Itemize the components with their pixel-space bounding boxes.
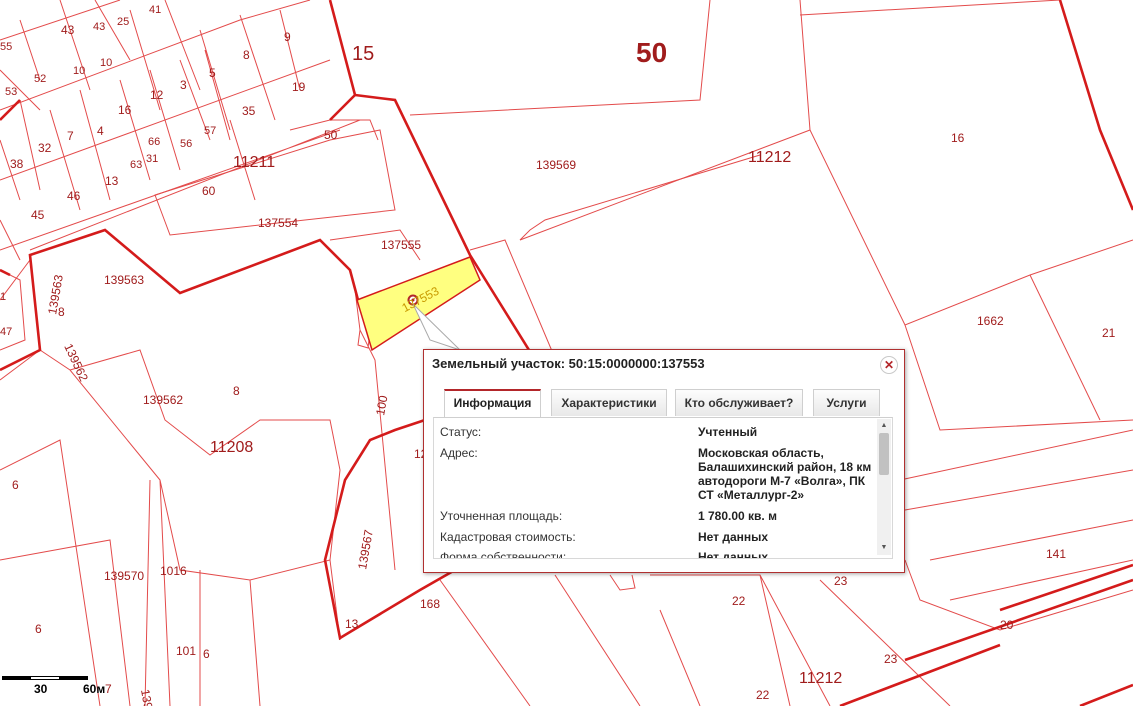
parcel-label: 137555 <box>381 238 421 252</box>
parcel-label: 6 <box>12 478 19 492</box>
scale-bar: 30 60м 7 <box>0 670 115 698</box>
quarter-label: 11212 <box>748 149 791 166</box>
tab-services[interactable]: Услуги <box>813 389 880 416</box>
parcel-label: 35 <box>242 104 256 118</box>
parcel-label: 21 <box>1102 326 1116 340</box>
parcel-label: 19 <box>292 80 306 94</box>
parcel-label: 63 <box>130 159 142 171</box>
parcel-label: 101 <box>160 564 180 578</box>
parcel-label: 25 <box>117 16 129 28</box>
info-key: Форма собственности: <box>440 550 567 559</box>
parcel-label: 4 <box>97 124 104 138</box>
info-value: Нет данных <box>698 530 769 544</box>
info-value: Московская область, Балашихинский район,… <box>698 446 872 502</box>
parcel-label: 38 <box>10 157 24 171</box>
tab-characteristics[interactable]: Характеристики <box>551 389 667 416</box>
popup-pointer <box>412 303 461 351</box>
parcel-label: 56 <box>180 138 192 150</box>
parcel-label: 50 <box>324 128 338 142</box>
parcel-label: 16 <box>951 131 965 145</box>
parcel-label: 5 <box>209 66 216 80</box>
parcel-label: 12 <box>150 88 164 102</box>
parcel-label: 1 <box>0 291 6 303</box>
info-key: Кадастровая стоимость: <box>440 530 576 544</box>
parcel-label: 8 <box>243 48 250 62</box>
info-panel[interactable]: Статус: Учтенный Адрес: Московская облас… <box>433 417 893 559</box>
parcel-label: 13 <box>345 617 359 631</box>
parcel-label: 23 <box>884 652 898 666</box>
parcel-label: 139567 <box>355 528 376 570</box>
parcel-label: 3 <box>180 78 187 92</box>
tab-who-serves[interactable]: Кто обслуживает? <box>675 389 803 416</box>
info-value: Нет данных <box>698 550 769 559</box>
parcel-label: 101 <box>176 644 196 658</box>
parcel-label: 66 <box>148 136 160 148</box>
parcel-label: 23 <box>834 574 848 588</box>
parcel-label: 55 <box>0 41 12 53</box>
parcel-label: 16 <box>118 103 132 117</box>
parcel-label: 139563 <box>104 273 144 287</box>
parcel-label: 7 <box>67 129 74 143</box>
popup-title: Земельный участок: 50:15:0000000:137553 <box>432 356 705 371</box>
parcel-label: 6 <box>203 647 210 661</box>
parcel-label: 168 <box>420 597 440 611</box>
parcel-label: 139562 <box>143 393 183 407</box>
parcel-label: 139570 <box>104 569 144 583</box>
parcel-label: 53 <box>5 86 17 98</box>
parcel-label: 10 <box>100 57 112 69</box>
parcel-label: 8 <box>233 384 240 398</box>
parcel-label: 57 <box>204 125 216 137</box>
quarter-label: 11211 <box>233 154 275 171</box>
parcel-label: 46 <box>67 189 81 203</box>
parcel-label: 31 <box>146 153 158 165</box>
info-key: Уточненная площадь: <box>440 509 563 523</box>
parcel-label: 32 <box>38 141 52 155</box>
parcel-label: 20 <box>1000 618 1014 632</box>
parcel-label: 100 <box>373 394 390 416</box>
district-label: 50 <box>636 37 667 68</box>
parcel-label: 139569 <box>536 158 576 172</box>
parcel-label: 22 <box>756 688 770 702</box>
parcel-label: 60 <box>202 184 216 198</box>
parcel-label: 137554 <box>258 216 298 230</box>
parcel-label: 47 <box>0 326 12 338</box>
parcel-label: 52 <box>34 73 46 85</box>
scale-segment <box>2 676 30 680</box>
parcel-label: 6 <box>35 622 42 636</box>
parcel-label: 10 <box>73 65 85 77</box>
parcel-label: 45 <box>31 208 45 222</box>
info-key: Статус: <box>440 425 482 439</box>
info-value: Учтенный <box>698 425 758 439</box>
tab-information[interactable]: Информация <box>444 389 541 417</box>
scale-segment <box>30 676 60 680</box>
parcel-label: 43 <box>61 23 75 37</box>
quarter-label: 11212 <box>799 670 842 687</box>
parcel-label: 9 <box>284 30 291 44</box>
scale-label-30: 30 <box>34 682 48 696</box>
parcel-label: 141 <box>1046 547 1066 561</box>
scroll-thumb[interactable] <box>879 433 889 475</box>
scale-label-60: 60м <box>83 682 106 696</box>
parcel-label: 6 <box>180 564 187 578</box>
parcel-label: 13 <box>105 174 119 188</box>
parcel-label: 41 <box>149 4 161 16</box>
scale-label-7: 7 <box>105 682 112 696</box>
quarter-label: 11208 <box>210 439 253 456</box>
quarter-label: 15 <box>352 43 374 65</box>
parcel-info-popup: Земельный участок: 50:15:0000000:137553 … <box>423 349 905 573</box>
scroll-up-icon[interactable]: ▲ <box>877 421 891 431</box>
parcel-label: 139570 <box>138 688 159 706</box>
parcel-label: 22 <box>732 594 746 608</box>
parcel-label: 1662 <box>977 314 1004 328</box>
parcel-label: 139562 <box>61 341 91 384</box>
close-icon[interactable]: ✕ <box>880 356 898 374</box>
panel-scrollbar[interactable]: ▲ ▼ <box>877 419 891 555</box>
scroll-down-icon[interactable]: ▼ <box>877 543 891 553</box>
scale-segment <box>60 676 88 680</box>
info-key: Адрес: <box>440 446 478 460</box>
info-value: 1 780.00 кв. м <box>698 509 777 523</box>
parcel-label: 43 <box>93 21 105 33</box>
